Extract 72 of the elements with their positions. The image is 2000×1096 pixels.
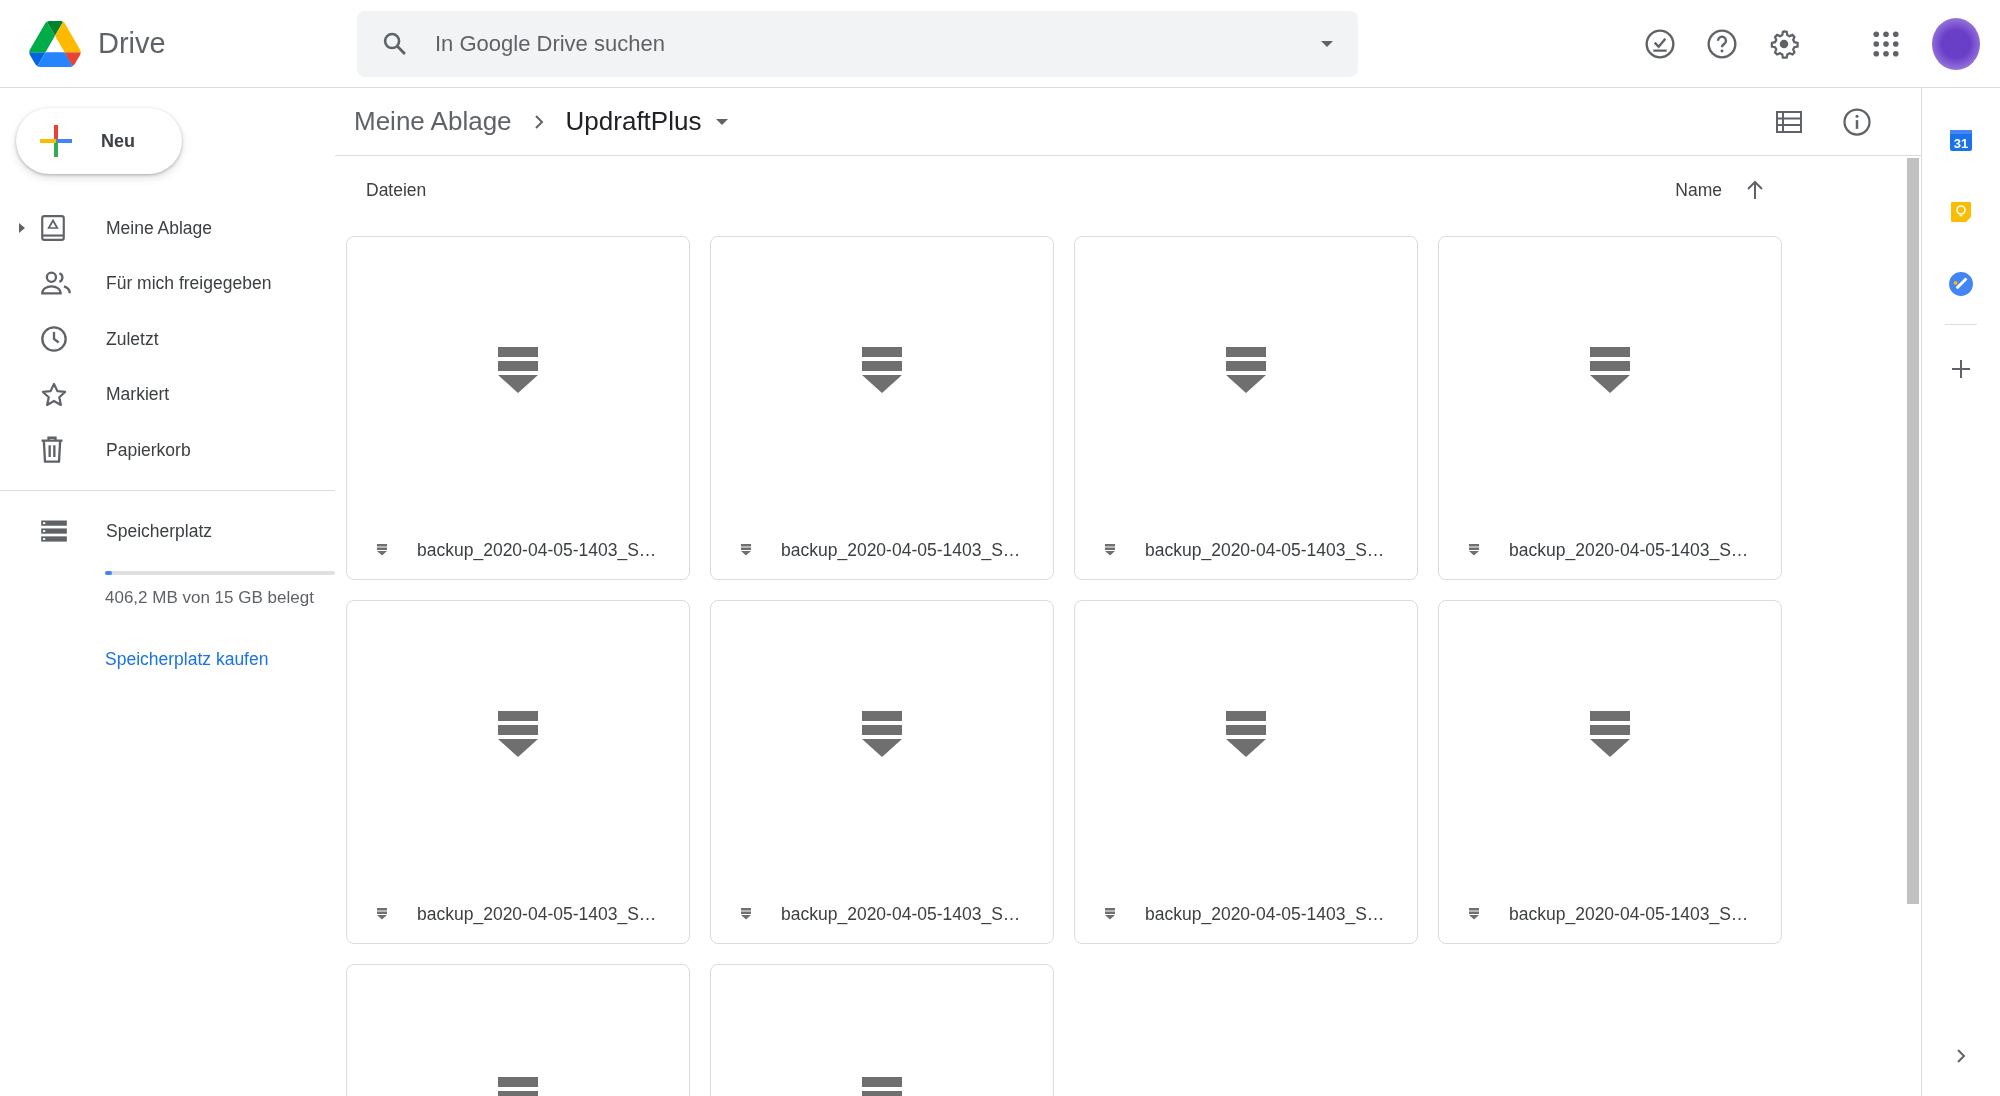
trash-icon: [40, 436, 64, 465]
file-name: backup_2020-04-05-1403_S…: [1509, 903, 1749, 927]
sidebar-item[interactable]: Zuletzt: [0, 311, 335, 367]
caret-icon[interactable]: [715, 118, 730, 127]
file-type-icon: [498, 347, 538, 394]
file-type-icon: [1590, 711, 1630, 758]
new-button[interactable]: Neu: [16, 108, 182, 174]
file-name: backup_2020-04-05-1403_S…: [417, 903, 657, 927]
file-name: backup_2020-04-05-1403_S…: [1145, 539, 1385, 563]
avatar-icon[interactable]: [1932, 17, 1980, 70]
sidebar-item[interactable]: Papierkorb: [0, 422, 335, 478]
file-type-icon: [1590, 347, 1630, 394]
arrow-up-icon: [1746, 180, 1764, 201]
file-card[interactable]: backup_2020-04-05-1403_S…: [1438, 236, 1782, 581]
file-card[interactable]: backup_2020-04-05-1403_S…: [346, 236, 690, 581]
file-name: backup_2020-04-05-1403_S…: [1509, 539, 1749, 563]
file-name: backup_2020-04-05-1403_S…: [417, 539, 657, 563]
file-type-icon: [498, 711, 538, 758]
file-card[interactable]: backup_2020-04-05-1403_S…: [1438, 600, 1782, 945]
file-type-icon: [862, 711, 902, 758]
help-icon[interactable]: [1706, 27, 1738, 60]
storage-label: Speicherplatz: [106, 519, 213, 543]
check-circle-icon[interactable]: [1644, 27, 1676, 60]
list-view-icon[interactable]: [1776, 110, 1802, 133]
expand-arrow-icon[interactable]: [18, 221, 26, 234]
chevron-right-icon: [533, 114, 544, 131]
file-name: backup_2020-04-05-1403_S…: [781, 539, 1021, 563]
file-name: backup_2020-04-05-1403_S…: [1145, 903, 1385, 927]
caret-icon[interactable]: [1320, 39, 1334, 48]
file-type-icon: [862, 347, 902, 394]
search-bar[interactable]: In Google Drive suchen: [357, 10, 1358, 77]
file-card[interactable]: backup_2020-04-05-1403_S…: [346, 600, 690, 945]
storage-icon: [40, 518, 68, 543]
file-type-icon: [741, 908, 751, 921]
app-name: Drive: [98, 25, 166, 61]
people-icon: [40, 270, 72, 297]
buy-storage-link[interactable]: Speicherplatz kaufen: [105, 649, 269, 670]
sort-button[interactable]: Name: [1669, 176, 1770, 205]
file-card[interactable]: backup_2020-04-05-1403_S…: [710, 236, 1054, 581]
file-card[interactable]: backup_2020-04-05-1403_S…: [710, 600, 1054, 945]
add-icon[interactable]: [1951, 359, 1971, 379]
info-icon[interactable]: [1842, 106, 1872, 137]
breadcrumb-item[interactable]: UpdraftPlus: [559, 102, 708, 141]
storage-usage: 406,2 MB von 15 GB belegt: [105, 587, 314, 607]
plus-icon: [38, 123, 74, 159]
sidebar-item[interactable]: Meine Ablage: [0, 200, 335, 256]
settings-icon[interactable]: [1768, 27, 1800, 60]
star-icon: [40, 380, 68, 409]
file-name: backup_2020-04-05-1403_S…: [781, 903, 1021, 927]
file-card[interactable]: backup_2020-04-05-1403_S…: [1074, 236, 1418, 581]
file-type-icon: [377, 544, 387, 557]
file-type-icon: [741, 544, 751, 557]
file-type-icon: [1469, 908, 1479, 921]
file-type-icon: [1105, 544, 1115, 557]
search-field[interactable]: In Google Drive suchen: [433, 26, 1296, 61]
apps-grid-icon[interactable]: [1873, 30, 1899, 57]
file-card[interactable]: backup_2020-04-05-1403_S…: [1074, 600, 1418, 945]
chevron-right-icon[interactable]: [1956, 1048, 1966, 1064]
breadcrumb-item[interactable]: Meine Ablage: [348, 102, 518, 141]
file-type-icon: [1226, 711, 1266, 758]
check-circle-icon[interactable]: [1948, 271, 1974, 297]
file-type-icon: [1105, 908, 1115, 921]
section-title: Dateien: [366, 179, 427, 202]
clock-icon: [40, 325, 68, 353]
sidebar-item[interactable]: Markiert: [0, 366, 335, 423]
file-type-icon: [377, 908, 387, 921]
calendar-icon[interactable]: 31: [1949, 128, 1973, 152]
file-type-icon: [1226, 347, 1266, 394]
file-type-icon: [1469, 544, 1479, 557]
drive-folder-icon: [40, 213, 66, 242]
sidebar-item[interactable]: Für mich freigegeben: [0, 255, 335, 312]
drive-logo-icon: [28, 20, 82, 67]
